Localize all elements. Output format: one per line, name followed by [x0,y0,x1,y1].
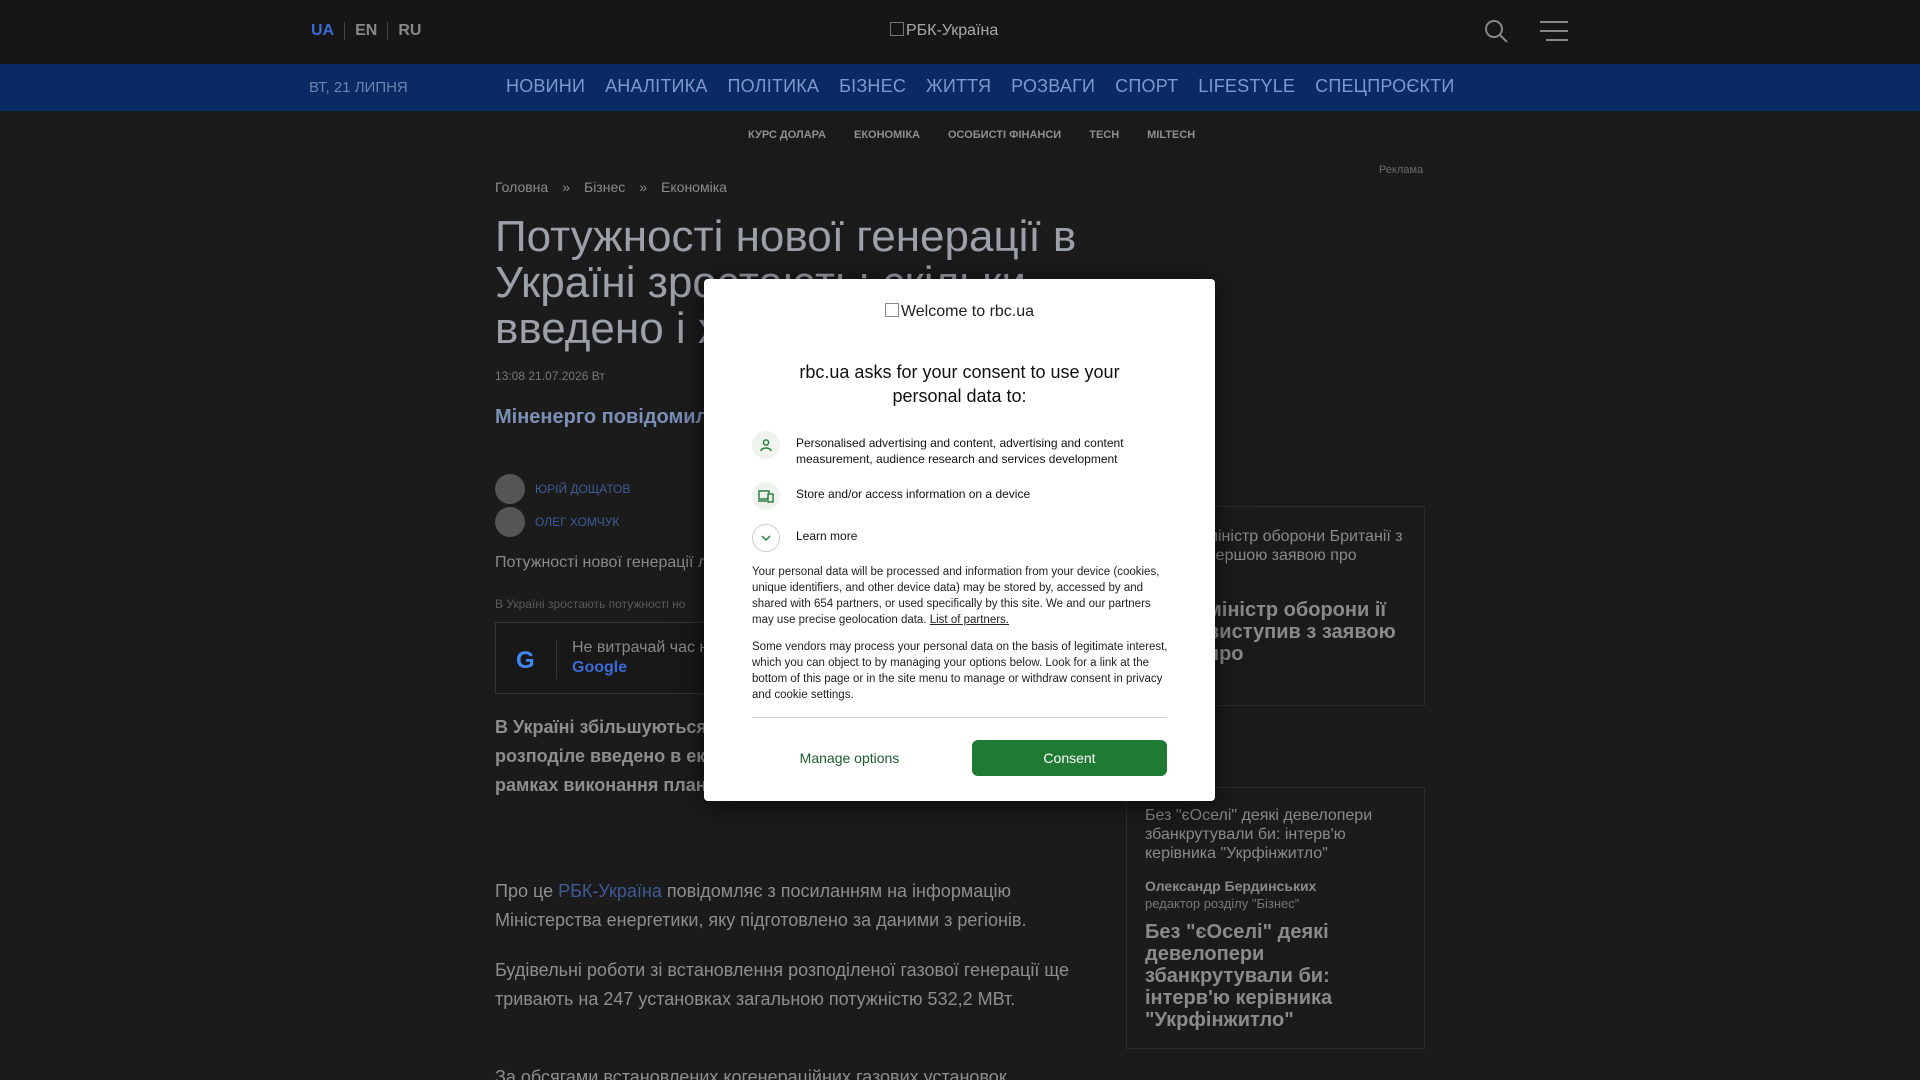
author-item[interactable]: ЮРІЙ ДОЩАТОВ [495,474,630,504]
sidebar-card-title[interactable]: міністр оборони ії виступив з заявою про [1207,599,1417,665]
card-author: Олександр Бердинських [1145,878,1317,894]
source-link[interactable]: РБК-Україна [558,881,662,901]
google-icon: G [516,647,535,674]
google-promo-link[interactable]: Google [572,659,627,677]
consent-heading: rbc.ua asks for your consent to use your… [799,362,1120,406]
language-switcher: UA EN RU [311,22,431,40]
consent-legitimate-interest-text: Some vendors may process your personal d… [752,641,1168,701]
subnav-item-economy[interactable]: ЕКОНОМІКА [854,129,920,141]
consent-button[interactable]: Consent [972,740,1167,776]
consent-dialog: Welcome to rbc.ua rbc.ua asks for your c… [704,279,1215,801]
article-timestamp: 13:08 21.07.2026 Вт [495,369,605,383]
consent-welcome-logo: Welcome to rbc.ua [704,303,1215,321]
purpose-text: Store and/or access information on a dev… [796,487,1031,501]
sub-nav: КУРС ДОЛАРА ЕКОНОМІКА ОСОБИСТІ ФІНАНСИ T… [0,111,1920,159]
top-bar: UA EN RU РБК-Україна [0,0,1920,64]
image-caption: В Україні зростають потужності но [495,597,686,611]
nav-item-entertainment[interactable]: РОЗВАГИ [1011,76,1095,97]
article-paragraph: Будівельні роботи зі встановлення розпод… [495,960,1069,1009]
sidebar-card-image: міністр оборони Британії з першою заявою… [1207,528,1403,564]
breadcrumb: Головна » Бізнес » Економіка [495,179,727,195]
author-name[interactable]: ОЛЕГ ХОМЧУК [535,515,619,529]
author-avatar [495,507,525,537]
breadcrumb-separator: » [562,179,570,195]
nav-item-lifestyle[interactable]: LIFESTYLE [1198,76,1295,97]
manage-options-button[interactable]: Manage options [752,740,947,776]
sidebar-interview-card[interactable]: Без "єОселі" деякі девелопери збанкрутув… [1126,787,1425,1049]
chevron-down-icon[interactable] [752,524,780,552]
nav-item-sport[interactable]: СПОРТ [1115,76,1178,97]
divider [752,717,1167,718]
consent-info-text: Your personal data will be processed and… [752,564,1172,628]
subnav-item-dollar[interactable]: КУРС ДОЛАРА [748,129,826,141]
search-icon[interactable] [1483,18,1509,44]
nav-date: ВТ, 21 ЛИПНЯ [309,79,408,96]
devices-icon [752,482,780,510]
learn-more-label[interactable]: Learn more [796,524,857,544]
nav-item-business[interactable]: БІЗНЕС [839,76,906,97]
divider [556,639,557,679]
google-promo-text: Не витрачай час н [572,639,709,656]
subnav-item-tech[interactable]: TECH [1089,129,1119,141]
nav-item-analytics[interactable]: АНАЛІТИКА [605,76,707,97]
purpose-text: Personalised advertising and content, ad… [796,436,1124,466]
card-author-role: редактор розділу "Бізнес" [1145,896,1300,911]
breadcrumb-separator: » [639,179,648,195]
site-logo[interactable]: РБК-Україна [890,22,998,40]
article-paragraph: Про це РБК-Україна повідомляє з посиланн… [495,877,1085,935]
hamburger-menu-icon[interactable] [1540,20,1568,42]
sidebar-card-image: Без "єОселі" деякі девелопери збанкрутув… [1145,807,1373,862]
breadcrumb-economy[interactable]: Економіка [661,179,727,195]
nav-item-politics[interactable]: ПОЛІТИКА [728,76,820,97]
paragraph-text: Про це [495,881,559,901]
lang-ua[interactable]: UA [311,22,344,40]
article-paragraph: За обсягами встановлених когенераційних … [495,1067,1007,1080]
lang-ru[interactable]: RU [387,22,431,40]
sidebar-card-title[interactable]: Без "єОселі" деякі девелопери збанкрутув… [1145,921,1407,1031]
nav-item-specprojects[interactable]: СПЕЦПРОЄКТИ [1315,76,1454,97]
ad-label: Реклама [1379,164,1424,176]
author-avatar [495,474,525,504]
subnav-item-miltech[interactable]: MILTECH [1147,129,1195,141]
consent-purpose-advertising: Personalised advertising and content, ad… [752,431,1172,467]
breadcrumb-home[interactable]: Головна [495,179,548,195]
author-name[interactable]: ЮРІЙ ДОЩАТОВ [535,482,630,496]
lang-en[interactable]: EN [344,22,387,40]
person-icon [752,431,780,459]
partners-link[interactable]: List of partners. [930,614,1009,626]
nav-item-life[interactable]: ЖИТТЯ [926,76,991,97]
learn-more-toggle[interactable]: Learn more [752,524,1172,552]
breadcrumb-business[interactable]: Бізнес [584,179,625,195]
consent-purpose-device: Store and/or access information on a dev… [752,482,1172,510]
subnav-item-finance[interactable]: ОСОБИСТІ ФІНАНСИ [948,129,1061,141]
author-item[interactable]: ОЛЕГ ХОМЧУК [495,507,619,537]
nav-item-news[interactable]: НОВИНИ [506,76,585,97]
main-nav: ВТ, 21 ЛИПНЯ НОВИНИ АНАЛІТИКА ПОЛІТИКА Б… [0,64,1920,111]
